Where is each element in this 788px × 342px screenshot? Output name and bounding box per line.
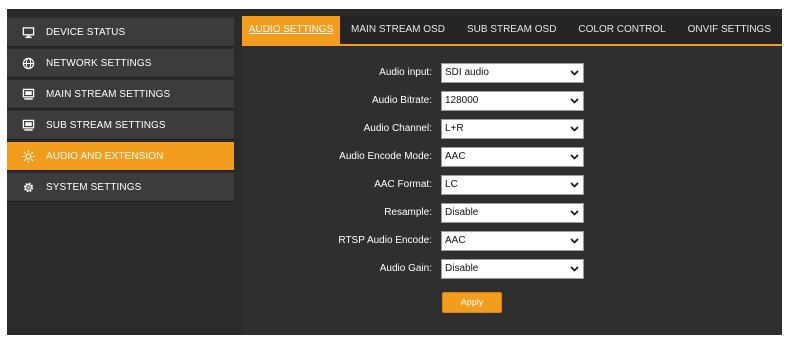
tab-sub-stream-osd[interactable]: SUB STREAM OSD (456, 16, 567, 44)
audio-input-label: Audio input: (379, 67, 432, 78)
tab-bar: AUDIO SETTINGS MAIN STREAM OSD SUB STREA… (242, 16, 782, 46)
gear-icon (21, 180, 35, 194)
sun-icon (21, 149, 35, 163)
chevron-down-icon (570, 126, 579, 132)
display-icon (21, 118, 35, 132)
audio-channel-label: Audio Channel: (363, 123, 432, 134)
audio-channel-select[interactable]: L+R (441, 119, 584, 139)
aac-format-label: AAC Format: (374, 179, 432, 190)
sidebar-item-sub-stream-settings[interactable]: SUB STREAM SETTINGS (7, 111, 234, 140)
sidebar-item-label: MAIN STREAM SETTINGS (46, 88, 171, 100)
form-row: Audio Bitrate: 128000 (242, 91, 782, 119)
monitor-icon (21, 25, 35, 39)
apply-button[interactable]: Apply (442, 292, 502, 313)
sidebar-item-device-status[interactable]: DEVICE STATUS (7, 18, 234, 47)
chevron-down-icon (570, 70, 579, 76)
audio-input-select[interactable]: SDI audio (441, 63, 584, 83)
chevron-down-icon (570, 98, 579, 104)
sidebar-item-audio-and-extension[interactable]: AUDIO AND EXTENSION (7, 142, 234, 171)
form-row: RTSP Audio Encode: AAC (242, 231, 782, 259)
tab-main-stream-osd[interactable]: MAIN STREAM OSD (340, 16, 456, 44)
select-value: AAC (445, 151, 466, 162)
select-value: L+R (445, 123, 464, 134)
chevron-down-icon (570, 182, 579, 188)
tab-audio-settings[interactable]: AUDIO SETTINGS (242, 16, 341, 44)
audio-gain-label: Audio Gain: (379, 263, 432, 274)
form-row: Audio input: SDI audio (242, 63, 782, 91)
display-icon (21, 87, 35, 101)
globe-icon (21, 56, 35, 70)
select-value: 128000 (445, 95, 479, 106)
sidebar-item-label: SUB STREAM SETTINGS (46, 119, 166, 131)
select-value: Disable (445, 207, 479, 218)
audio-bitrate-label: Audio Bitrate: (371, 95, 432, 106)
chevron-down-icon (570, 266, 579, 272)
select-value: Disable (445, 263, 479, 274)
sidebar-item-label: AUDIO AND EXTENSION (46, 150, 164, 162)
sidebar: DEVICE STATUS NETWORK SETTINGS MAIN STRE… (7, 18, 234, 204)
chevron-down-icon (570, 210, 579, 216)
form-row: Resample: Disable (242, 203, 782, 231)
chevron-down-icon (570, 238, 579, 244)
select-value: AAC (445, 235, 466, 246)
tab-color-control[interactable]: COLOR CONTROL (567, 16, 676, 44)
select-value: SDI audio (445, 67, 489, 78)
rtsp-audio-encode-label: RTSP Audio Encode: (338, 235, 432, 246)
audio-settings-form: Audio input: SDI audio Audio Bitrate: 12… (242, 63, 782, 287)
aac-format-select[interactable]: LC (441, 175, 584, 195)
form-row: AAC Format: LC (242, 175, 782, 203)
audio-gain-select[interactable]: Disable (441, 259, 584, 279)
audio-bitrate-select[interactable]: 128000 (441, 91, 584, 111)
sidebar-item-label: SYSTEM SETTINGS (46, 181, 142, 193)
sidebar-item-label: DEVICE STATUS (46, 26, 126, 38)
audio-encode-mode-label: Audio Encode Mode: (339, 151, 432, 162)
form-row: Audio Gain: Disable (242, 259, 782, 287)
sidebar-item-system-settings[interactable]: SYSTEM SETTINGS (7, 173, 234, 202)
select-value: LC (445, 179, 458, 190)
tab-onvif-settings[interactable]: ONVIF SETTINGS (677, 16, 782, 44)
sidebar-item-label: NETWORK SETTINGS (46, 57, 152, 69)
rtsp-audio-encode-select[interactable]: AAC (441, 231, 584, 251)
form-row: Audio Encode Mode: AAC (242, 147, 782, 175)
audio-encode-mode-select[interactable]: AAC (441, 147, 584, 167)
sidebar-item-network-settings[interactable]: NETWORK SETTINGS (7, 49, 234, 78)
form-row: Audio Channel: L+R (242, 119, 782, 147)
chevron-down-icon (570, 154, 579, 160)
resample-label: Resample: (384, 207, 432, 218)
resample-select[interactable]: Disable (441, 203, 584, 223)
sidebar-item-main-stream-settings[interactable]: MAIN STREAM SETTINGS (7, 80, 234, 109)
